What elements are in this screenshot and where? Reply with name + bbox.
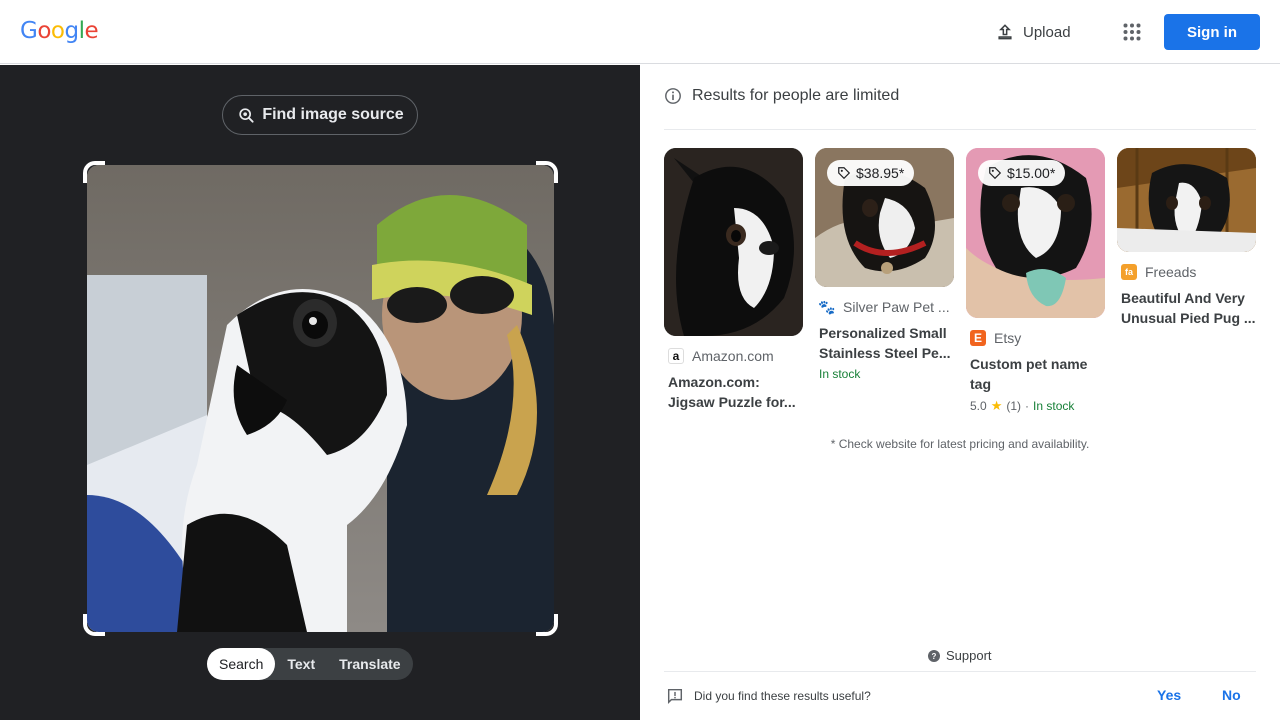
tab-text[interactable]: Text [275,648,327,680]
tab-translate[interactable]: Translate [327,648,412,680]
find-image-source-label: Find image source [262,106,404,123]
header: Google Upload Sign in [0,0,1280,64]
result-card[interactable]: $38.95* 🐾 Silver Paw Pet ... Personalize… [815,148,954,381]
rating-value: 5.0 [970,399,987,413]
feedback-no-button[interactable]: No [1222,687,1241,703]
logo-letter: o [37,18,51,44]
crop-handle-top-left[interactable] [83,161,105,183]
pricing-note: * Check website for latest pricing and a… [830,437,1090,451]
price-text: $38.95* [856,165,905,181]
upload-label: Upload [1023,23,1071,41]
apps-grid-icon [1123,23,1141,41]
result-source[interactable]: a Amazon.com [668,348,803,364]
divider [664,671,1256,672]
result-thumbnail[interactable] [1117,148,1256,252]
price-tag-icon [989,167,1002,180]
feedback-yes-button[interactable]: Yes [1157,687,1181,703]
result-source-name: Etsy [994,330,1022,346]
stock-status: In stock [819,367,861,381]
lens-mode-tabs: Search Text Translate [207,648,413,680]
result-title[interactable]: Personalized Small Stainless Steel Pe... [819,323,954,363]
result-thumbnail[interactable] [664,148,803,336]
logo-letter: o [50,18,65,44]
result-card[interactable]: a Amazon.com Amazon.com: Jigsaw Puzzle f… [664,148,803,412]
feedback-prompt: Did you find these results useful? [666,687,871,705]
etsy-icon: E [970,330,986,346]
logo-letter: e [84,18,99,44]
price-tag-icon [838,167,851,180]
divider [664,129,1256,130]
crop-handle-bottom-left[interactable] [83,614,105,636]
freeads-icon: fa [1121,264,1137,280]
rating-row: 5.0 ★ (1) · In stock [970,398,1105,414]
sign-in-button[interactable]: Sign in [1164,14,1260,50]
google-logo[interactable]: Google [20,18,99,44]
rating-count: (1) [1006,399,1022,413]
result-card[interactable]: fa Freeads Beautiful And Very Unusual Pi… [1117,148,1256,328]
crop-handle-bottom-right[interactable] [536,614,558,636]
separator-dot: · [1025,399,1030,413]
crop-selection[interactable] [83,161,558,636]
price-badge: $15.00* [978,160,1066,186]
feedback-icon [667,688,683,705]
result-title[interactable]: Custom pet name tag [970,354,1105,394]
image-search-icon [239,108,254,123]
feedback-question: Did you find these results useful? [694,689,871,703]
apps-button[interactable] [1116,16,1148,48]
results-panel: Results for people are limited a Amazon.… [640,65,1280,720]
result-card[interactable]: $15.00* E Etsy Custom pet name tag 5.0 ★… [966,148,1105,414]
result-source-name: Silver Paw Pet ... [843,299,950,315]
upload-icon [998,24,1012,40]
result-source[interactable]: fa Freeads [1121,264,1256,280]
result-source[interactable]: E Etsy [970,330,1105,346]
result-source-name: Amazon.com [692,348,774,364]
logo-letter: G [20,18,38,44]
crop-handle-top-right[interactable] [536,161,558,183]
result-title[interactable]: Beautiful And Very Unusual Pied Pug ... [1121,288,1256,328]
support-label: Support [946,648,992,663]
lens-image-panel: Find image source Search Text Translate [0,65,640,720]
result-source-name: Freeads [1145,264,1197,280]
star-icon: ★ [990,398,1003,413]
limited-results-notice: Results for people are limited [664,87,899,105]
limited-results-text: Results for people are limited [692,87,900,104]
tab-search[interactable]: Search [207,648,276,680]
amazon-icon: a [668,348,684,364]
info-icon [665,88,681,104]
upload-button[interactable]: Upload [985,14,1081,50]
stock-status: In stock [1033,399,1075,413]
result-thumbnail[interactable]: $15.00* [966,148,1105,318]
paw-icon: 🐾 [819,299,836,315]
result-title[interactable]: Amazon.com: Jigsaw Puzzle for... [668,372,803,412]
support-link[interactable]: ? Support [928,648,992,663]
price-text: $15.00* [1007,165,1056,181]
result-thumbnail[interactable]: $38.95* [815,148,954,287]
help-icon: ? [928,649,940,662]
logo-letter: g [64,18,79,44]
price-badge: $38.95* [827,160,915,186]
result-source[interactable]: 🐾 Silver Paw Pet ... [819,299,954,315]
find-image-source-button[interactable]: Find image source [222,95,418,135]
svg-text:?: ? [932,652,937,661]
query-image [87,165,554,632]
